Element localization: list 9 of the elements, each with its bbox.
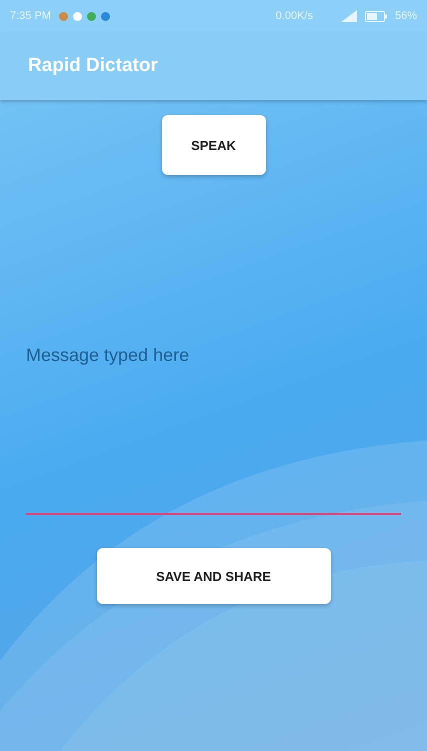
app-title: Rapid Dictator [28, 55, 158, 77]
message-field[interactable]: Message typed here [26, 325, 401, 515]
network-speed: 0.00K/s [274, 10, 314, 22]
status-time: 7:35 PM [10, 10, 51, 22]
battery-level: 56% [394, 10, 417, 22]
speak-button[interactable]: SPEAK [162, 115, 266, 175]
save-and-share-button[interactable]: SAVE AND SHARE [96, 548, 330, 604]
battery-icon [364, 10, 387, 22]
signal-icon [340, 10, 357, 22]
